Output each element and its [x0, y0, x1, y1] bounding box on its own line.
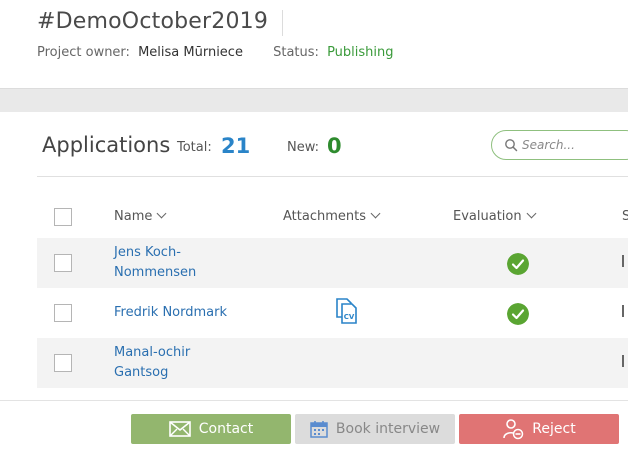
column-header-attachments[interactable]: Attachments	[283, 208, 381, 224]
row-checkbox[interactable]	[54, 304, 72, 322]
status-cell-truncated	[622, 305, 624, 317]
chevron-down-icon	[526, 208, 537, 219]
column-header-evaluation[interactable]: Evaluation	[453, 208, 537, 224]
row-checkbox[interactable]	[54, 254, 72, 272]
applications-title: Applications	[42, 133, 171, 157]
select-all-checkbox[interactable]	[54, 208, 72, 226]
row-checkbox[interactable]	[54, 354, 72, 372]
status-cell-truncated	[622, 255, 624, 267]
column-evaluation-label: Evaluation	[453, 209, 522, 224]
search-box[interactable]	[491, 130, 628, 160]
section-band	[0, 88, 628, 112]
column-header-name[interactable]: Name	[114, 208, 167, 224]
total-label: Total:	[177, 140, 212, 155]
column-attachments-label: Attachments	[283, 209, 366, 224]
table-row[interactable]: Manal-ochir Gantsog	[37, 338, 628, 388]
svg-text:CV: CV	[344, 313, 355, 321]
book-interview-button-label: Book interview	[335, 421, 441, 437]
book-interview-button[interactable]: Book interview	[295, 414, 455, 444]
table-row[interactable]: Jens Koch-Nommensen	[37, 238, 628, 288]
column-header-status[interactable]: S	[622, 209, 628, 224]
contact-button-label: Contact	[198, 421, 254, 437]
footer-divider	[0, 400, 628, 401]
reject-button-label: Reject	[532, 421, 576, 437]
project-title: #DemoOctober2019	[37, 9, 269, 34]
calendar-icon	[310, 421, 328, 438]
project-meta: Project owner: Melisa Mūrniece Status: P…	[37, 45, 394, 60]
total-count: 21	[221, 134, 251, 158]
applications-header: Applications Total: 21 New: 0	[0, 112, 628, 178]
status-cell-truncated	[622, 355, 624, 367]
cv-file-icon[interactable]: CV	[334, 298, 360, 324]
search-input[interactable]	[522, 135, 628, 155]
owner-label: Project owner:	[37, 45, 130, 60]
remove-user-icon	[503, 419, 524, 440]
applications-divider	[37, 176, 628, 177]
table-row[interactable]: Fredrik Nordmark CV	[37, 288, 628, 338]
new-label: New:	[287, 140, 320, 155]
new-count: 0	[327, 134, 342, 158]
applicant-name-link[interactable]: Fredrik Nordmark	[114, 303, 254, 323]
chevron-down-icon	[370, 208, 381, 219]
applicant-name-link[interactable]: Manal-ochir Gantsog	[114, 343, 224, 383]
check-circle-icon	[507, 303, 529, 325]
column-status-label: S	[622, 209, 628, 224]
status-value: Publishing	[327, 45, 394, 60]
owner-name: Melisa Mūrniece	[138, 45, 243, 60]
title-divider	[282, 10, 283, 36]
project-header: #DemoOctober2019 Project owner: Melisa M…	[0, 0, 628, 88]
column-name-label: Name	[114, 209, 153, 224]
search-icon	[505, 139, 518, 152]
check-circle-icon	[507, 253, 529, 275]
reject-button[interactable]: Reject	[459, 414, 619, 444]
envelope-icon	[168, 421, 191, 437]
chevron-down-icon	[156, 208, 167, 219]
applicant-name-link[interactable]: Jens Koch-Nommensen	[114, 243, 224, 283]
status-label: Status:	[273, 45, 319, 60]
contact-button[interactable]: Contact	[131, 414, 291, 444]
